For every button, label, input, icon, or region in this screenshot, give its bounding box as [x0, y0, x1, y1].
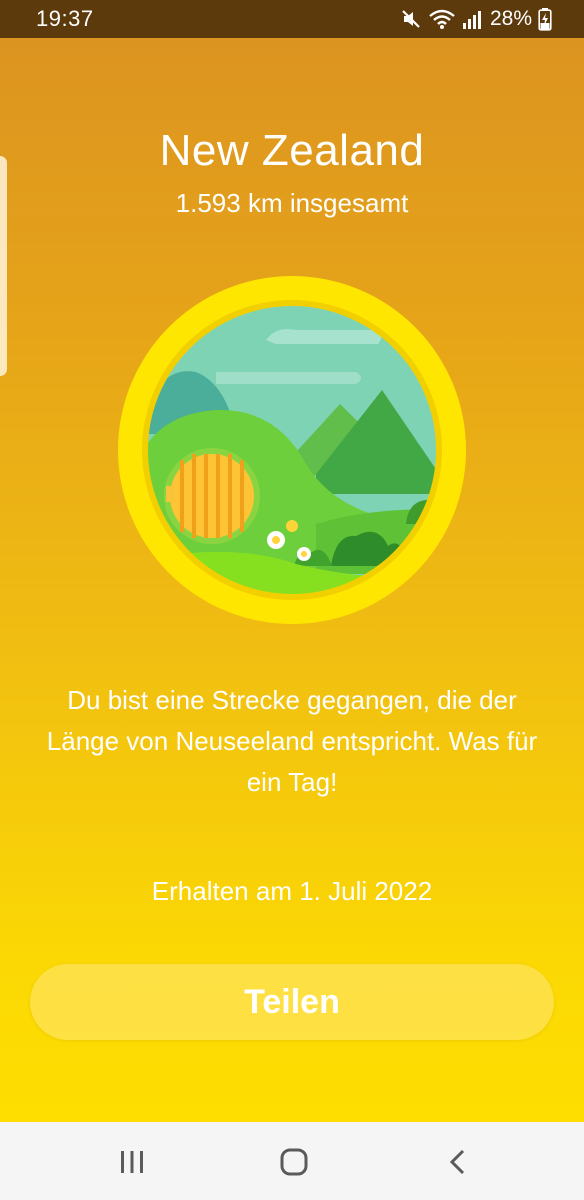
signal-icon [462, 8, 482, 30]
achievement-description: Du bist eine Strecke gegangen, die der L… [46, 685, 538, 797]
achievement-title: New Zealand [159, 126, 425, 175]
wifi-icon [428, 8, 456, 30]
navigation-bar [0, 1122, 584, 1200]
status-time: 19:37 [36, 6, 94, 31]
share-button[interactable]: Teilen [30, 964, 554, 1040]
earned-date: Erhalten am 1. Juli 2022 [151, 876, 433, 906]
screen: 19:37 28% New Zealand 1.593 km insgesamt… [0, 0, 584, 1200]
status-bar: 19:37 28% [0, 0, 584, 38]
status-icons: 28% [400, 5, 552, 33]
battery-percent: 28% [489, 7, 532, 30]
back-icon[interactable] [436, 1142, 480, 1182]
achievement-screen: New Zealand 1.593 km insgesamt Du bist e… [0, 38, 584, 1122]
battery-charging-icon [538, 7, 552, 31]
home-icon[interactable] [272, 1142, 316, 1182]
mute-icon [400, 8, 422, 30]
hobbit-hill-badge-icon [116, 274, 468, 626]
achievement-subtitle: 1.593 km insgesamt [175, 188, 409, 218]
recent-apps-icon[interactable] [110, 1142, 154, 1182]
